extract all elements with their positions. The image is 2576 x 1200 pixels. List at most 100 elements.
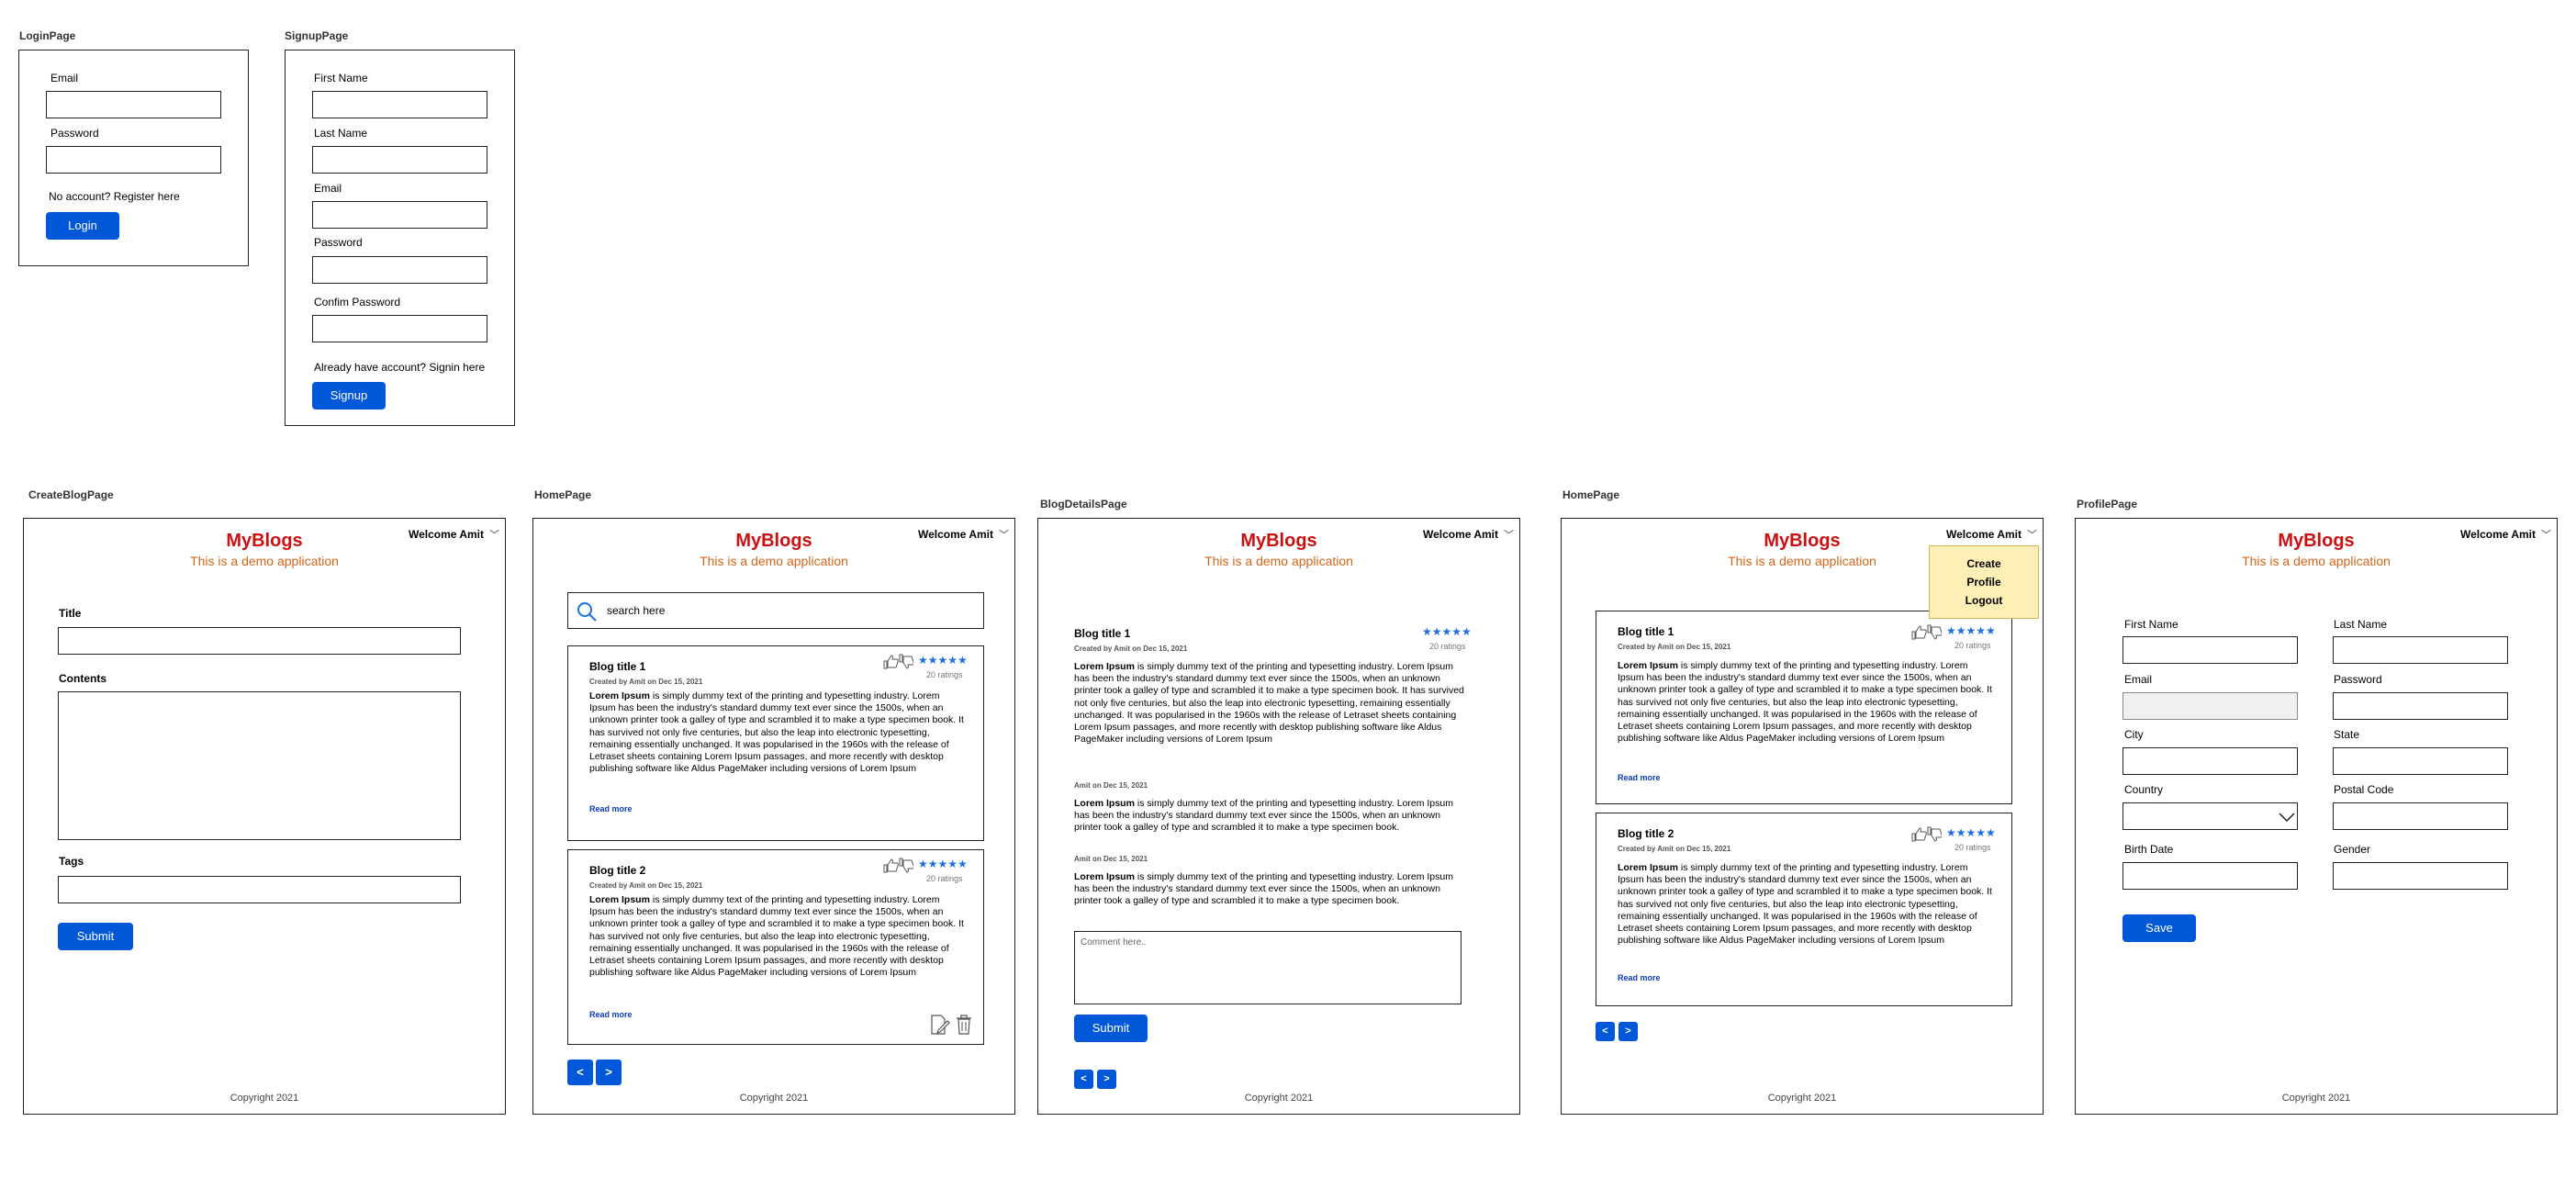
lorem-text: is simply dummy text of the printing and… (1618, 862, 1992, 947)
read-more-link[interactable]: Read more (589, 1010, 633, 1019)
first-name-label: First Name (314, 72, 368, 84)
comment-text: Lorem Ipsum is simply dummy text of the … (1074, 798, 1469, 835)
signup-button[interactable]: Signup (312, 382, 386, 409)
blog-title[interactable]: Blog title 2 (589, 864, 645, 877)
thumbs-icons[interactable] (1910, 826, 1942, 843)
password-field[interactable] (2333, 692, 2508, 720)
postal-code-field[interactable] (2333, 802, 2508, 830)
confirm-password-field[interactable] (312, 315, 487, 342)
title-field[interactable] (58, 627, 461, 655)
prev-page-button[interactable]: < (567, 1060, 593, 1085)
first-name-label: First Name (2124, 618, 2178, 631)
chevron-down-icon (2279, 813, 2295, 823)
lorem-text: is simply dummy text of the printing and… (1618, 660, 1992, 745)
user-menu[interactable]: Welcome Amit ﹀ (1423, 527, 1514, 542)
app-tagline: This is a demo application (1204, 554, 1353, 568)
blog-title[interactable]: Blog title 2 (1618, 827, 1674, 840)
user-menu[interactable]: Welcome Amit ﹀ (1946, 527, 2037, 542)
city-label: City (2124, 728, 2144, 741)
blog-title[interactable]: Blog title 1 (589, 660, 645, 673)
ratings-count: 20 ratings (926, 670, 963, 679)
thumbs-icons[interactable] (882, 858, 913, 874)
profile-page-frame: MyBlogs This is a demo application Welco… (2075, 518, 2558, 1115)
chevron-down-icon: ﹀ (489, 530, 499, 541)
prev-page-button[interactable]: < (1596, 1022, 1615, 1041)
rating-stars[interactable]: ★★★★★ (1422, 625, 1472, 638)
lorem-bold: Lorem Ipsum (1618, 660, 1678, 671)
next-page-button[interactable]: > (596, 1060, 622, 1085)
contents-textarea[interactable] (58, 691, 461, 840)
chevron-down-icon: ﹀ (999, 530, 1009, 541)
read-more-link[interactable]: Read more (1618, 973, 1661, 982)
copyright-text: Copyright 2021 (739, 1093, 809, 1104)
tags-field[interactable] (58, 876, 461, 903)
profile-page-label: ProfilePage (2077, 498, 2138, 510)
welcome-text: Welcome Amit (1422, 528, 1498, 541)
menu-item-profile[interactable]: Profile (1930, 576, 2038, 589)
user-menu[interactable]: Welcome Amit ﹀ (2460, 527, 2551, 542)
signin-link[interactable]: Already have account? Signin here (314, 361, 485, 374)
user-menu[interactable]: Welcome Amit ﹀ (918, 527, 1009, 542)
title-label: Title (59, 607, 82, 620)
user-menu[interactable]: Welcome Amit ﹀ (409, 527, 499, 542)
copyright-text: Copyright 2021 (230, 1093, 299, 1104)
search-input[interactable]: search here (607, 604, 665, 617)
login-button[interactable]: Login (46, 212, 119, 240)
email-label: Email (50, 72, 79, 84)
welcome-text: Welcome Amit (1945, 528, 2022, 541)
details-page-frame: MyBlogs This is a demo application Welco… (1037, 518, 1520, 1115)
state-field[interactable] (2333, 747, 2508, 775)
app-tagline: This is a demo application (2242, 554, 2391, 568)
thumbs-icons[interactable] (882, 654, 913, 670)
last-name-field[interactable] (2333, 636, 2508, 664)
lorem-bold: Lorem Ipsum (1074, 661, 1135, 672)
last-name-field[interactable] (312, 146, 487, 174)
next-page-button[interactable]: > (1097, 1070, 1116, 1089)
birth-date-field[interactable] (2122, 862, 2298, 890)
ratings-count: 20 ratings (1954, 843, 1991, 852)
save-button[interactable]: Save (2122, 914, 2196, 942)
submit-button[interactable]: Submit (58, 923, 133, 950)
first-name-field[interactable] (2122, 636, 2298, 664)
first-name-field[interactable] (312, 91, 487, 118)
search-bar[interactable]: search here (567, 592, 984, 629)
city-field[interactable] (2122, 747, 2298, 775)
thumbs-icons[interactable] (1910, 624, 1942, 641)
blog-excerpt: Lorem Ipsum is simply dummy text of the … (1618, 660, 1996, 745)
email-field[interactable] (46, 91, 221, 118)
details-page-label: BlogDetailsPage (1040, 498, 1127, 510)
next-page-button[interactable]: > (1618, 1022, 1638, 1041)
chevron-down-icon: ﹀ (2541, 530, 2551, 541)
comment-byline: Amit on Dec 15, 2021 (1074, 855, 1148, 863)
country-select[interactable] (2122, 802, 2298, 830)
email-field[interactable] (312, 201, 487, 229)
prev-page-button[interactable]: < (1074, 1070, 1093, 1089)
blog-byline: Created by Amit on Dec 15, 2021 (1074, 645, 1188, 653)
rating-stars[interactable]: ★★★★★ (918, 654, 968, 667)
blog-card: Blog title 1 Created by Amit on Dec 15, … (1596, 611, 2012, 804)
blog-title[interactable]: Blog title 1 (1618, 625, 1674, 638)
trash-icon[interactable] (954, 1014, 974, 1036)
menu-item-create[interactable]: Create (1930, 557, 2038, 570)
password-field[interactable] (46, 146, 221, 174)
blog-excerpt: Lorem Ipsum is simply dummy text of the … (589, 894, 968, 979)
rating-stars[interactable]: ★★★★★ (1946, 826, 1996, 839)
comment-textarea[interactable]: Comment here.. (1074, 931, 1462, 1004)
home2-page-frame: MyBlogs This is a demo application Welco… (1561, 518, 2044, 1115)
menu-item-logout[interactable]: Logout (1930, 594, 2038, 607)
welcome-text: Welcome Amit (917, 528, 993, 541)
rating-stars[interactable]: ★★★★★ (1946, 624, 1996, 637)
edit-icon[interactable] (930, 1014, 950, 1036)
submit-comment-button[interactable]: Submit (1074, 1015, 1148, 1042)
blog-excerpt: Lorem Ipsum is simply dummy text of the … (589, 690, 968, 775)
ratings-count: 20 ratings (1954, 641, 1991, 650)
comment-placeholder: Comment here.. (1081, 937, 1147, 948)
rating-stars[interactable]: ★★★★★ (918, 858, 968, 870)
password-field[interactable] (312, 256, 487, 284)
read-more-link[interactable]: Read more (589, 804, 633, 813)
read-more-link[interactable]: Read more (1618, 773, 1661, 782)
blog-title: Blog title 1 (1074, 627, 1131, 640)
lorem-bold: Lorem Ipsum (589, 690, 650, 701)
gender-field[interactable] (2333, 862, 2508, 890)
register-link[interactable]: No account? Register here (49, 190, 180, 203)
